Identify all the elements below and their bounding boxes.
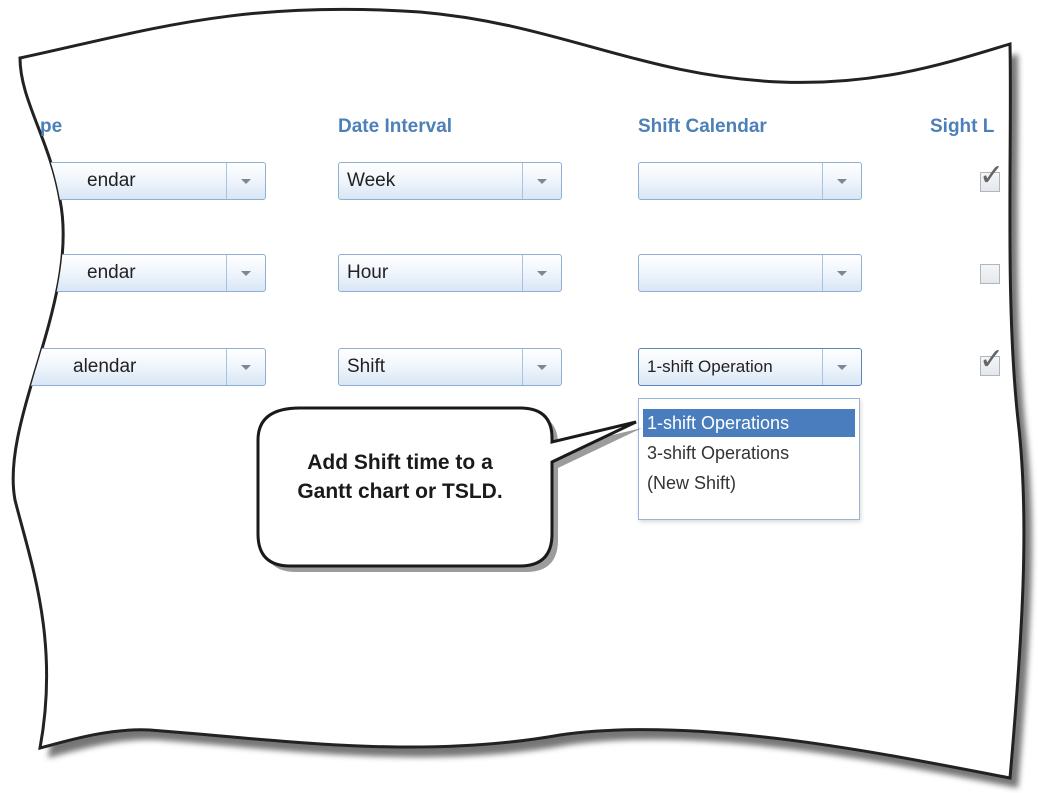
callout-text: Add Shift time to a Gantt chart or TSLD. — [255, 448, 545, 506]
torn-paper-frame: pe Date Interval Shift Calendar Sight L … — [0, 0, 1038, 793]
callout-bubble — [0, 0, 1038, 793]
callout-line-1: Add Shift time to a — [307, 451, 493, 474]
callout-line-2: Gantt chart or TSLD. — [297, 480, 503, 503]
